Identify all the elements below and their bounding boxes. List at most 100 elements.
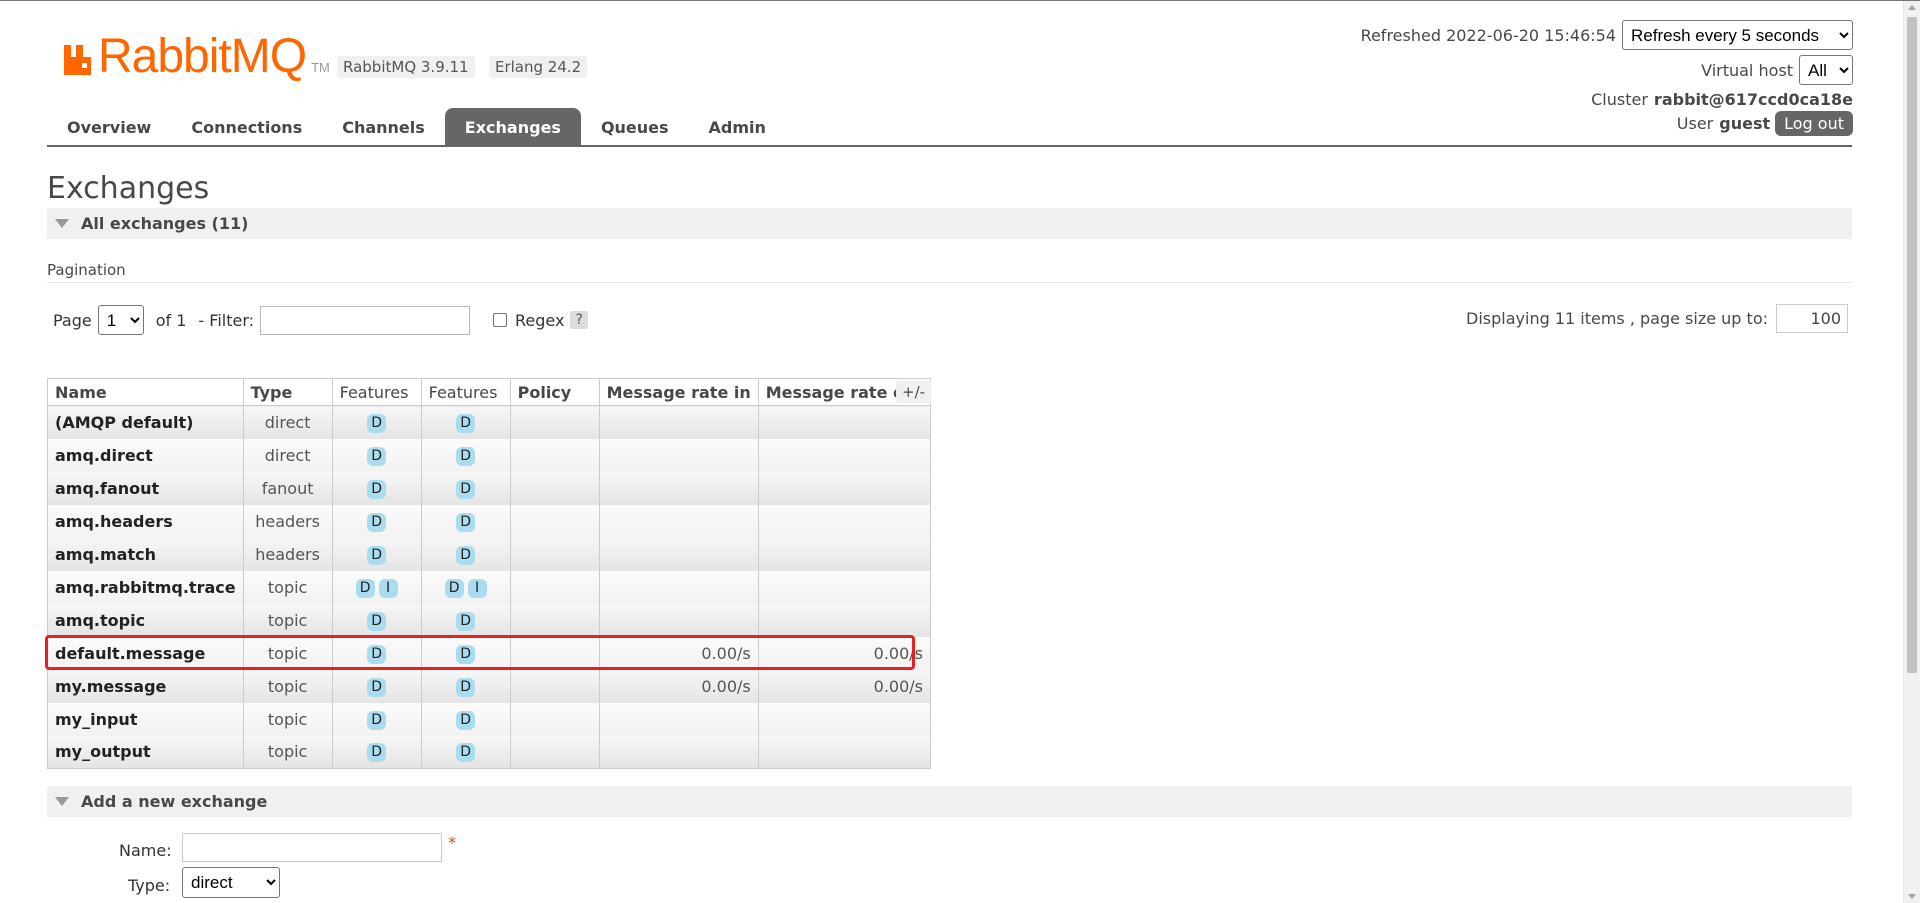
table-row[interactable]: my.message topic D D 0.00/s 0.00/s [47, 669, 932, 703]
header-status-panel: Refreshed 2022-06-20 15:46:54 Refresh ev… [1361, 20, 1853, 136]
logo-text: RabbitMQ [98, 30, 307, 83]
page-scrollbar[interactable] [1903, 1, 1920, 903]
pagination-heading: Pagination [47, 261, 126, 279]
features-cell: D [331, 735, 422, 769]
column-header-features: Features [331, 378, 422, 406]
column-toggle-button[interactable]: +/- [896, 381, 932, 403]
message-rate-in-cell: 0.00/s [598, 669, 759, 703]
exchange-name-cell[interactable]: my_input [47, 702, 244, 736]
tab-queues[interactable]: Queues [581, 108, 689, 146]
message-rate-out-cell [757, 471, 932, 505]
column-header-name[interactable]: Name [47, 378, 244, 406]
features-cell-2: D [420, 669, 511, 703]
add-exchange-section-toggle[interactable]: Add a new exchange [47, 786, 1852, 817]
scroll-up-arrow-icon[interactable] [1908, 5, 1916, 10]
tab-overview[interactable]: Overview [47, 108, 171, 146]
column-header-type[interactable]: Type [242, 378, 333, 406]
virtual-host-select[interactable]: All [1799, 55, 1853, 85]
exchange-type-cell: topic [242, 669, 333, 703]
message-rate-out-cell [757, 735, 932, 769]
exchange-name-cell[interactable]: my.message [47, 669, 244, 703]
table-row[interactable]: amq.topic topic D D [47, 603, 932, 637]
table-row[interactable]: amq.match headers D D [47, 537, 932, 571]
exchange-type-cell: direct [242, 438, 333, 472]
message-rate-out-cell: 0.00/s [757, 669, 932, 703]
table-row[interactable]: amq.rabbitmq.trace topic D I D I [47, 570, 932, 604]
exchange-name-cell[interactable]: amq.headers [47, 504, 244, 538]
regex-checkbox[interactable] [493, 313, 508, 327]
policy-cell [509, 570, 600, 604]
scrollbar-thumb[interactable] [1907, 17, 1917, 673]
message-rate-out-cell [757, 405, 932, 439]
column-header-policy[interactable]: Policy [509, 378, 600, 406]
table-row[interactable]: amq.direct direct D D [47, 438, 932, 472]
features-cell: D [331, 405, 422, 439]
tab-connections[interactable]: Connections [171, 108, 322, 146]
rabbitmq-management-page: RabbitMQ TM RabbitMQ 3.9.11 Erlang 24.2 … [0, 1, 1920, 903]
message-rate-in-cell [598, 504, 759, 538]
table-row[interactable]: amq.fanout fanout D D [47, 471, 932, 505]
message-rate-out-cell [757, 537, 932, 571]
message-rate-out-cell [757, 603, 932, 637]
regex-help-button[interactable]: ? [570, 311, 588, 329]
exchange-name-cell[interactable]: amq.topic [47, 603, 244, 637]
scroll-down-arrow-icon[interactable] [1908, 894, 1916, 899]
policy-cell [509, 669, 600, 703]
table-row[interactable]: amq.headers headers D D [47, 504, 932, 538]
policy-cell [509, 735, 600, 769]
exchange-type-cell: topic [242, 735, 333, 769]
filter-input[interactable] [260, 305, 471, 335]
exchange-type-select[interactable]: direct [182, 867, 280, 898]
durable-badge: D [456, 512, 476, 532]
cluster-name: rabbit@617ccd0ca18e [1653, 90, 1853, 109]
message-rate-out-cell [757, 504, 932, 538]
tab-admin[interactable]: Admin [689, 108, 786, 146]
all-exchanges-heading: All exchanges (11) [81, 214, 249, 233]
features-cell-2: DI [420, 570, 511, 604]
durable-badge: D [444, 578, 464, 598]
exchange-name-cell[interactable]: my_output [47, 735, 244, 769]
tab-underline [47, 145, 1852, 147]
message-rate-in-cell [598, 405, 759, 439]
exchange-name-cell[interactable]: amq.fanout [47, 471, 244, 505]
display-count-label: Displaying 11 items , page size up to: [1466, 309, 1768, 328]
main-nav-tabs: Overview Connections Channels Exchanges … [47, 108, 786, 146]
page-label: Page [53, 310, 92, 330]
exchange-type-cell: fanout [242, 471, 333, 505]
logout-button[interactable]: Log out [1775, 111, 1853, 136]
features-cell-2: D [420, 471, 511, 505]
rabbitmq-logo[interactable]: RabbitMQ TM [62, 30, 330, 83]
all-exchanges-section-toggle[interactable]: All exchanges (11) [47, 208, 1852, 239]
durable-badge: D [367, 710, 387, 730]
exchange-name-input[interactable] [182, 833, 442, 862]
rabbitmq-logo-icon [64, 45, 91, 75]
features-cell: D [331, 537, 422, 571]
durable-badge: D [367, 743, 387, 763]
virtual-host-label: Virtual host [1701, 60, 1793, 80]
message-rate-out-cell [757, 570, 932, 604]
logo-trademark: TM [311, 60, 330, 75]
tab-channels[interactable]: Channels [322, 108, 445, 146]
exchange-type-cell: topic [242, 603, 333, 637]
page-select[interactable]: 1 [97, 305, 144, 335]
exchange-type-cell: headers [242, 504, 333, 538]
required-indicator: * [448, 833, 456, 852]
exchange-name-cell[interactable]: amq.direct [47, 438, 244, 472]
exchange-name-cell[interactable]: (AMQP default) [47, 405, 244, 439]
exchange-type-cell: topic [242, 570, 333, 604]
page-size-input[interactable] [1776, 304, 1848, 333]
durable-badge: D [367, 611, 387, 631]
column-header-message-rate-in[interactable]: Message rate in [598, 378, 759, 406]
exchange-name-cell[interactable]: amq.rabbitmq.trace [47, 570, 244, 604]
highlighted-row-outline [45, 635, 915, 670]
message-rate-in-cell [598, 471, 759, 505]
refresh-interval-select[interactable]: Refresh every 5 seconds [1622, 20, 1853, 50]
features-cell: D [331, 702, 422, 736]
table-row[interactable]: my_input topic D D [47, 702, 932, 736]
tab-exchanges[interactable]: Exchanges [444, 108, 581, 146]
exchange-name-cell[interactable]: amq.match [47, 537, 244, 571]
table-row[interactable]: (AMQP default) direct D D [47, 405, 932, 439]
message-rate-in-cell [598, 702, 759, 736]
table-row[interactable]: my_output topic D D [47, 735, 932, 769]
exchange-type-cell: topic [242, 702, 333, 736]
